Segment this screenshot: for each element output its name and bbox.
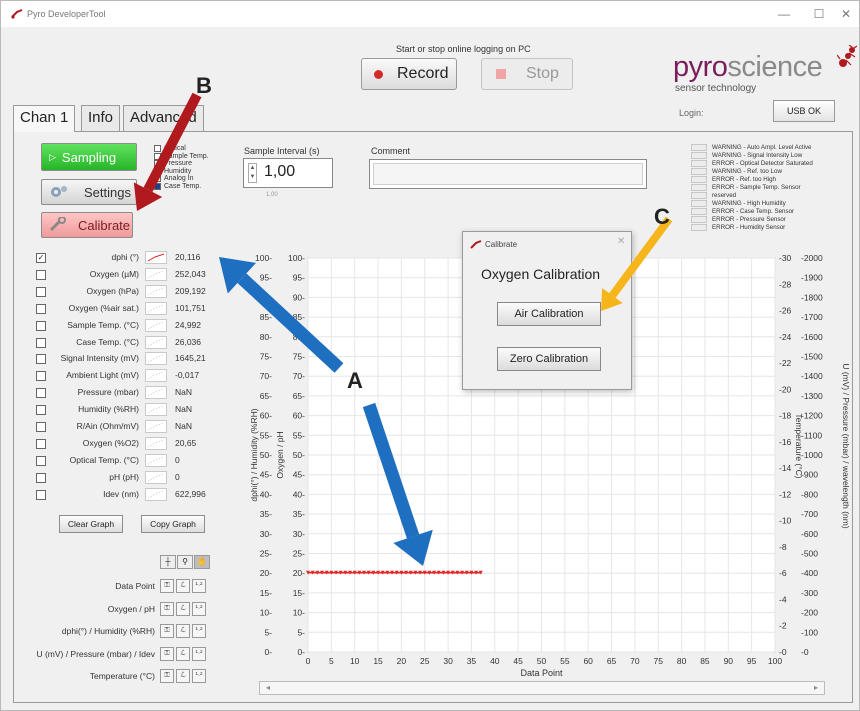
app-window: Pyro DeveloperTool — ☐ ✕ Start or stop o… <box>0 0 860 711</box>
arrow-b-shaft <box>143 92 202 192</box>
arrow-a-down-shaft <box>362 402 420 539</box>
callout-b: B <box>196 73 212 98</box>
callout-c: C <box>654 204 670 229</box>
annotation-arrows <box>133 92 673 566</box>
arrow-c-shaft <box>609 216 673 298</box>
callout-a: A <box>347 368 363 393</box>
arrow-a-up-shaft <box>237 273 344 373</box>
